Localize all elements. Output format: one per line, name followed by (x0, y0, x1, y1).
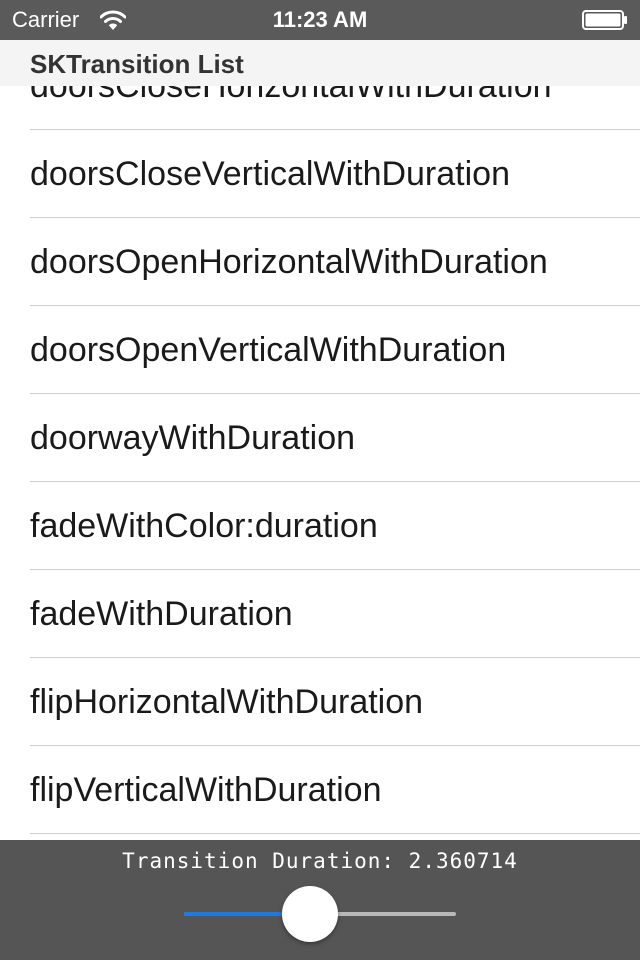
duration-panel: Transition Duration: 2.360714 (0, 840, 640, 960)
status-time: 11:23 AM (272, 7, 368, 32)
slider-thumb[interactable] (282, 886, 339, 942)
list-item-label: flipVerticalWithDuration (30, 771, 382, 809)
list-item[interactable]: doorsOpenHorizontalWithDuration (0, 218, 640, 306)
list-item-label: flipHorizontalWithDuration (30, 683, 424, 721)
list-item[interactable]: fadeWithColor:duration (0, 482, 640, 570)
list-item-label: fadeWithDuration (30, 595, 293, 633)
app-screen: Carrier 11:23 AM SKTransition List doors… (0, 0, 640, 960)
list-item[interactable]: flipVerticalWithDuration (0, 746, 640, 834)
list-item[interactable]: flipHorizontalWithDuration (0, 658, 640, 746)
page-title: SKTransition List (30, 49, 244, 79)
navigation-bar: SKTransition List (0, 40, 640, 86)
list-item-label: doorsCloseHorizontalWithDuration (30, 86, 552, 105)
list-item-label: doorsOpenHorizontalWithDuration (30, 243, 548, 281)
list-item-label: doorwayWithDuration (30, 419, 356, 457)
duration-slider[interactable] (184, 886, 456, 942)
list-item-label: fadeWithColor:duration (30, 507, 378, 545)
transition-list-content: doorsCloseHorizontalWithDuration doorsClo… (0, 86, 640, 834)
status-bar: Carrier 11:23 AM (0, 0, 640, 40)
list-item[interactable]: doorsCloseVerticalWithDuration (0, 130, 640, 218)
row-separator (30, 833, 640, 834)
duration-label: Transition Duration: 2.360714 (122, 849, 518, 873)
list-item[interactable]: doorsOpenVerticalWithDuration (0, 306, 640, 394)
list-item-label: doorsCloseVerticalWithDuration (30, 155, 510, 193)
list-item[interactable]: doorwayWithDuration (0, 394, 640, 482)
list-item-label: doorsOpenVerticalWithDuration (30, 331, 507, 369)
list-item[interactable]: fadeWithDuration (0, 570, 640, 658)
list-item[interactable]: doorsCloseHorizontalWithDuration (0, 86, 640, 130)
transition-list[interactable]: doorsCloseHorizontalWithDuration doorsClo… (0, 86, 640, 840)
battery-full-icon (582, 10, 627, 30)
